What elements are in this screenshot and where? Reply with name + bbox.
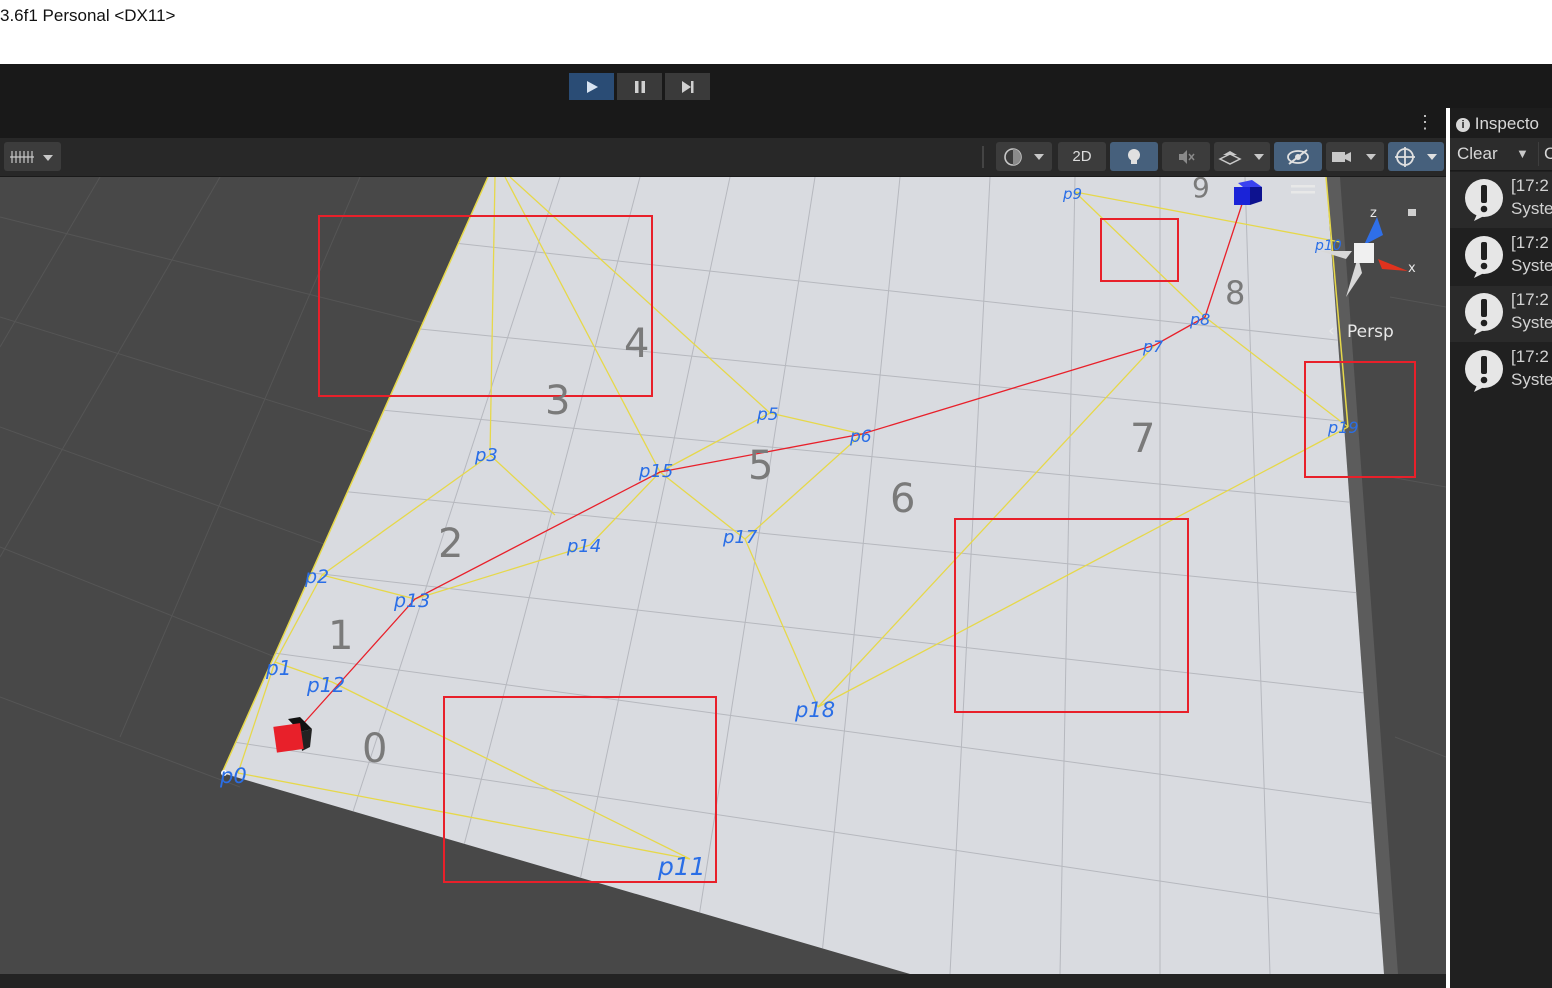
scene-viewport[interactable]: 0 1 2 3 4 5 6 7 8 9 p0 p1 p2 p3 p5 p6 p7… [0,177,1446,974]
point-label-p19: p19 [1327,418,1359,437]
lightbulb-icon [1128,148,1140,164]
log-time: [17:2 [1511,233,1549,252]
scene-tab-header: ⋮ [0,108,1446,138]
console-toolbar: Clear ▼ C [1450,138,1552,171]
audio-toggle-button[interactable] [1162,142,1210,171]
info-icon: i [1456,118,1470,132]
region-number: 9 [1192,177,1210,204]
log-message: Syste [1511,256,1552,275]
warning-message-icon [1465,293,1503,335]
toggle-2d-button[interactable]: 2D [1058,142,1106,171]
toolbar-divider [982,146,984,168]
gizmo-crosshair-icon [1395,146,1437,167]
point-label-p14: p14 [566,536,601,557]
warning-message-icon [1465,179,1503,221]
scene-visibility-toggle[interactable] [1274,142,1322,171]
region-number: 5 [748,443,773,489]
point-label-p15: p15 [638,461,673,482]
axis-z-label: z [1370,206,1377,221]
point-label-p12: p12 [306,673,345,697]
gizmos-dropdown[interactable] [1388,142,1444,171]
eye-hidden-icon [1287,148,1309,165]
play-button[interactable] [569,73,614,100]
point-label-p13: p13 [393,590,430,612]
point-label-p2: p2 [304,566,329,588]
log-message: Syste [1511,199,1552,218]
camera-icon [1332,151,1376,162]
point-label-p11: p11 [657,852,706,881]
lighting-toggle-button[interactable] [1110,142,1158,171]
region-number: 0 [362,726,387,772]
scene-canvas[interactable]: 0 1 2 3 4 5 6 7 8 9 p0 p1 p2 p3 p5 p6 p7… [0,177,1446,974]
region-number: 4 [624,321,649,367]
region-number: 6 [890,476,915,522]
region-number: 3 [545,378,570,424]
point-label-p17: p17 [722,527,758,548]
pause-icon [634,80,645,93]
shading-mode-dropdown[interactable] [996,142,1052,171]
point-label-p0: p0 [219,764,247,788]
step-button[interactable] [665,73,710,100]
inspector-tabbar: i Inspecto [1450,108,1552,138]
chevron-down-icon[interactable]: ▼ [1516,146,1529,161]
grid-icon [9,150,53,163]
status-strip [0,974,1446,988]
tab-inspector-label: Inspecto [1474,114,1539,133]
camera-dropdown[interactable] [1326,142,1384,171]
play-icon [586,80,598,93]
console-log-entry[interactable]: [17:2 Syste [1450,229,1552,285]
log-message: Syste [1511,313,1552,332]
region-number: 2 [438,521,463,567]
effects-layers-icon [1218,150,1264,165]
toolbar-divider [1538,142,1539,166]
axis-x-label: x [1408,261,1416,276]
warning-message-icon [1465,236,1503,278]
window-titlebar: 3.6f1 Personal <DX11> [0,0,1552,64]
grid-snap-dropdown[interactable] [4,142,61,171]
play-toolbar [0,64,1552,108]
more-options-icon[interactable]: ⋮ [1416,112,1434,133]
perspective-label[interactable]: ‹ [1328,321,1335,341]
point-label-p9: p9 [1062,185,1082,203]
log-time: [17:2 [1511,347,1549,366]
scene-toolbar: 2D [0,138,1446,177]
inspector-panel: i Inspecto Clear ▼ C [17:2 Syste [17:2 Syst… [1450,108,1552,988]
console-log-entry[interactable]: [17:2 Syste [1450,286,1552,342]
shading-sphere-icon [1004,147,1044,166]
tab-inspector[interactable]: i Inspecto [1456,114,1539,134]
ground-plane [222,177,1384,974]
point-label-p1: p1 [265,656,291,680]
console-log-entry[interactable]: [17:2 Syste [1450,172,1552,228]
region-number: 8 [1225,274,1245,312]
point-label-p5: p5 [756,405,779,425]
step-icon [681,80,693,93]
point-label-p8: p8 [1189,310,1210,329]
log-message: Syste [1511,370,1552,389]
point-label-p6: p6 [849,427,872,447]
region-number: 1 [328,613,353,659]
perspective-label-text[interactable]: Persp [1347,322,1394,342]
point-label-p3: p3 [474,445,498,466]
region-number: 7 [1130,416,1155,462]
warning-message-icon [1465,350,1503,392]
point-label-p7: p7 [1142,337,1164,356]
window-title: 3.6f1 Personal <DX11> [0,6,176,25]
console-log-entry[interactable]: [17:2 Syste [1450,343,1552,399]
audio-muted-icon [1179,149,1195,164]
pause-button[interactable] [617,73,662,100]
collapse-button[interactable]: C [1544,144,1552,164]
point-label-p18: p18 [794,698,835,722]
effects-dropdown[interactable] [1214,142,1270,171]
clear-button[interactable]: Clear [1457,144,1498,164]
log-time: [17:2 [1511,290,1549,309]
log-time: [17:2 [1511,176,1549,195]
